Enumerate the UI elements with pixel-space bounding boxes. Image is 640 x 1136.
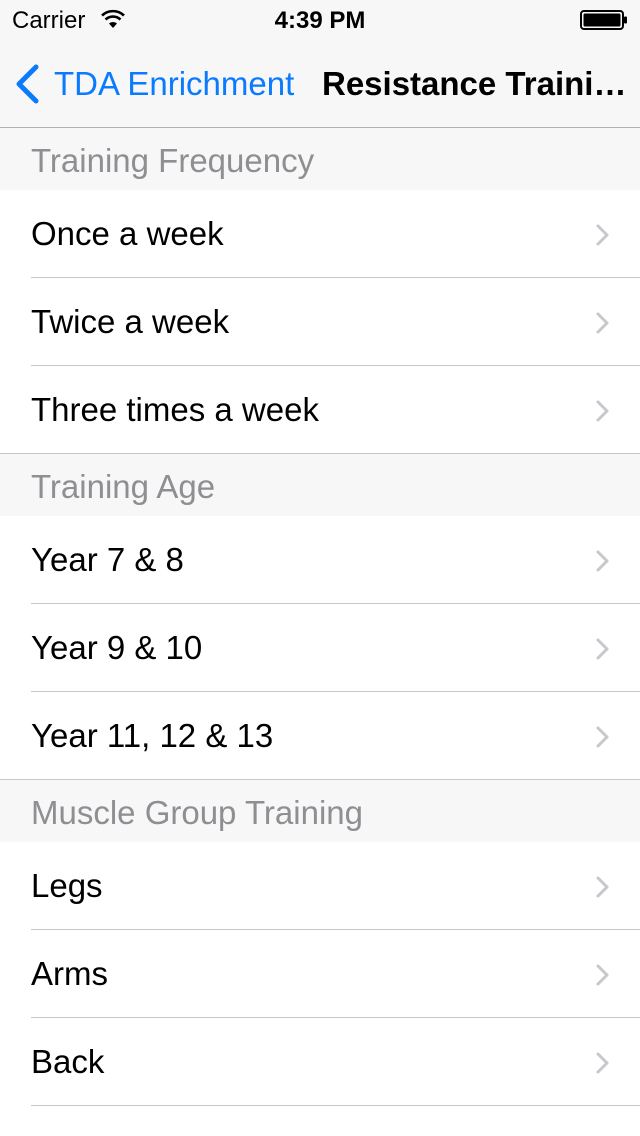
back-button-label: TDA Enrichment: [54, 65, 295, 102]
list-item-twice-a-week[interactable]: Twice a week: [0, 278, 640, 366]
chevron-right-icon: [596, 312, 609, 334]
table-view: Training Frequency Once a week Twice a w…: [0, 128, 640, 1106]
section-header-training-frequency: Training Frequency: [0, 128, 640, 190]
list-item-label: Back: [31, 1043, 105, 1080]
list-item-three-times-a-week[interactable]: Three times a week: [0, 366, 640, 454]
list-item-label: Three times a week: [31, 391, 319, 428]
section-header-muscle-group-training: Muscle Group Training: [0, 780, 640, 842]
list-item-label: Twice a week: [31, 303, 230, 340]
clock: 4:39 PM: [274, 7, 366, 34]
navigation-bar: TDA Enrichment Resistance Traini…: [0, 40, 640, 128]
list-item-year-9-10[interactable]: Year 9 & 10: [0, 604, 640, 692]
chevron-right-icon: [596, 400, 609, 422]
list-item-label: Arms: [31, 955, 108, 992]
list-item-arms[interactable]: Arms: [0, 930, 640, 1018]
list-item-once-a-week[interactable]: Once a week: [0, 190, 640, 278]
chevron-right-icon: [596, 638, 609, 660]
back-chevron-icon: [16, 64, 39, 104]
list-item-label: Year 9 & 10: [31, 629, 203, 666]
list-item-label: Legs: [31, 867, 103, 904]
list-item-year-11-12-13[interactable]: Year 11, 12 & 13: [0, 692, 640, 780]
list-item-label: Year 7 & 8: [31, 541, 184, 578]
list-item-back[interactable]: Back: [0, 1018, 640, 1106]
chevron-right-icon: [596, 224, 609, 246]
chevron-right-icon: [596, 550, 609, 572]
battery-icon: [580, 10, 627, 30]
list-item-year-7-8[interactable]: Year 7 & 8: [0, 516, 640, 604]
chevron-right-icon: [596, 1052, 609, 1074]
chevron-right-icon: [596, 964, 609, 986]
divider: [0, 779, 640, 780]
list-item-label: Once a week: [31, 215, 224, 252]
status-bar: Carrier 4:39 PM: [0, 0, 640, 40]
chevron-right-icon: [596, 726, 609, 748]
page-title: Resistance Traini…: [322, 65, 627, 102]
list-item-legs[interactable]: Legs: [0, 842, 640, 930]
section-header-training-age: Training Age: [0, 454, 640, 516]
list-item-label: Year 11, 12 & 13: [31, 717, 274, 754]
chevron-right-icon: [596, 876, 609, 898]
divider: [31, 1105, 640, 1106]
divider: [0, 453, 640, 454]
back-button[interactable]: TDA Enrichment: [14, 40, 294, 128]
